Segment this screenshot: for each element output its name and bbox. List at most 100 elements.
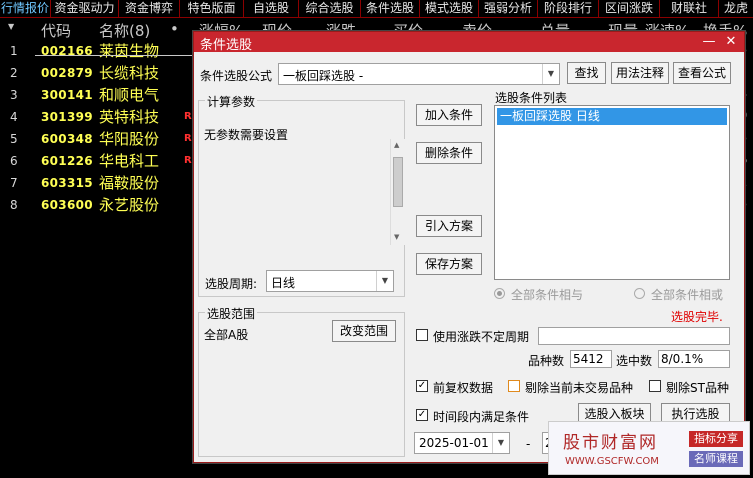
tab-pattern-select[interactable]: 模式选股 — [420, 0, 479, 17]
use-period-label: 使用涨跌不定周期 — [433, 330, 530, 344]
time-range-label: 时间段内满足条件 — [433, 410, 530, 424]
row-index: 8 — [10, 198, 18, 212]
margin-flag: R — [184, 111, 192, 122]
period-label: 选股周期: — [205, 277, 258, 291]
scroll-down-icon[interactable]: ▼ — [394, 233, 399, 241]
tab-composite-select[interactable]: 综合选股 — [299, 0, 361, 17]
date-from-picker[interactable]: 2025-01-01 ▼ — [414, 432, 510, 454]
save-plan-button[interactable]: 保存方案 — [416, 253, 482, 275]
tab-cls[interactable]: 财联社 — [660, 0, 719, 17]
stock-code: 300141 — [41, 88, 93, 102]
formula-label: 条件选股公式 — [200, 69, 273, 83]
scroll-up-icon[interactable]: ▲ — [394, 141, 399, 149]
radio-all-or[interactable] — [634, 288, 645, 299]
stock-code: 301399 — [41, 110, 93, 124]
stock-name: 永艺股份 — [99, 196, 160, 214]
radio-all-or-label: 全部条件相或 — [651, 288, 724, 302]
exclude-untraded-checkbox[interactable] — [508, 380, 520, 392]
period-select[interactable]: 日线 ▼ — [266, 270, 394, 292]
margin-flag: R — [184, 133, 192, 144]
delete-condition-button[interactable]: 删除条件 — [416, 142, 482, 164]
row-index: 6 — [10, 154, 18, 168]
stock-name: 长缆科技 — [99, 64, 160, 82]
chevron-down-icon[interactable]: ▼ — [492, 433, 509, 453]
adjust-checkbox[interactable]: ✓ — [416, 380, 428, 392]
add-condition-button[interactable]: 加入条件 — [416, 104, 482, 126]
tab-range-change[interactable]: 区间涨跌 — [599, 0, 660, 17]
watermark-url: WWW.GSCFW.COM — [565, 456, 659, 467]
top-tab-bar: 行情报价 资金驱动力 资金博弈 特色版面 自选股 综合选股 条件选股 模式选股 … — [0, 0, 753, 18]
watermark-tag-indicators: 指标分享 — [689, 431, 743, 447]
range-value: 全部A股 — [204, 328, 249, 342]
row-index: 7 — [10, 176, 18, 190]
date-separator: - — [526, 437, 531, 451]
condition-select-dialog: 条件选股 — ✕ 条件选股公式 一板回踩选股 - ▼ 查找 用法注释 查看公式 … — [193, 31, 745, 463]
chevron-down-icon[interactable]: ▼ — [376, 271, 393, 291]
row-index: 5 — [10, 132, 18, 146]
stock-name: 华电科工 — [99, 152, 160, 170]
scroll-thumb[interactable] — [393, 157, 403, 207]
use-period-checkbox[interactable] — [416, 329, 428, 341]
formula-select[interactable]: 一板回踩选股 - ▼ — [278, 63, 560, 85]
find-button[interactable]: 查找 — [567, 62, 606, 84]
row-index: 1 — [10, 44, 18, 58]
row-index: 2 — [10, 66, 18, 80]
list-item[interactable]: 一板回踩选股 日线 — [497, 108, 727, 125]
period-input[interactable] — [538, 327, 730, 345]
stock-name: 莱茵生物 — [99, 42, 160, 60]
count-field: 5412 — [570, 350, 612, 368]
date-from-value: 2025-01-01 — [419, 436, 489, 450]
row-index: 3 — [10, 88, 18, 102]
status-text: 选股完毕. — [671, 310, 723, 324]
col-code[interactable]: 代码 — [41, 20, 71, 41]
tab-quotes[interactable]: 行情报价 — [0, 0, 51, 17]
params-group-title: 计算参数 — [205, 93, 258, 110]
site-watermark: 股市财富网 WWW.GSCFW.COM 指标分享 名师课程 — [548, 421, 750, 475]
minimize-icon[interactable]: — — [700, 33, 718, 51]
row-index: 4 — [10, 110, 18, 124]
stock-code: 600348 — [41, 132, 93, 146]
stock-name: 华阳股份 — [99, 130, 160, 148]
import-plan-button[interactable]: 引入方案 — [416, 215, 482, 237]
tab-fund-game[interactable]: 资金博弈 — [119, 0, 180, 17]
conditions-list[interactable]: 一板回踩选股 日线 — [494, 105, 730, 280]
range-group: 选股范围 全部A股 改变范围 — [198, 305, 405, 457]
tab-condition-select[interactable]: 条件选股 — [361, 0, 420, 17]
radio-all-and[interactable] — [494, 288, 505, 299]
chevron-down-icon[interactable]: ▼ — [542, 64, 559, 84]
tab-featured[interactable]: 特色版面 — [180, 0, 244, 17]
params-group: 计算参数 无参数需要设置 ▲ ▼ 选股周期: 日线 ▼ — [198, 93, 406, 297]
tab-strength[interactable]: 强弱分析 — [479, 0, 538, 17]
change-range-button[interactable]: 改变范围 — [332, 320, 396, 342]
row-selection-underline — [35, 55, 195, 56]
exclude-st-checkbox[interactable] — [649, 380, 661, 392]
adjust-label: 前复权数据 — [433, 381, 494, 395]
stock-name: 英特科技 — [99, 108, 160, 126]
exclude-untraded-label: 剔除当前未交易品种 — [525, 381, 634, 395]
formula-value: 一板回踩选股 - — [283, 69, 364, 83]
count-label: 品种数 — [528, 354, 565, 368]
usage-notes-button[interactable]: 用法注释 — [611, 62, 669, 84]
exclude-st-label: 剔除ST品种 — [666, 381, 729, 395]
range-group-title: 选股范围 — [205, 305, 258, 322]
params-text: 无参数需要设置 — [204, 128, 289, 142]
sort-arrow-icon[interactable]: ▼ — [8, 22, 14, 31]
conditions-label: 选股条件列表 — [495, 91, 568, 105]
radio-all-and-label: 全部条件相与 — [511, 288, 584, 302]
stock-name: 和顺电气 — [99, 86, 160, 104]
time-range-checkbox[interactable]: ✓ — [416, 409, 428, 421]
tab-watchlist[interactable]: 自选股 — [244, 0, 299, 17]
stock-code: 002879 — [41, 66, 93, 80]
selected-field: 8/0.1% — [658, 350, 730, 368]
params-scrollbar[interactable]: ▲ ▼ — [390, 139, 406, 245]
tab-dragon-tiger[interactable]: 龙虎 — [719, 0, 753, 17]
tab-fund-drive[interactable]: 资金驱动力 — [51, 0, 119, 17]
col-dot: • — [170, 20, 179, 38]
view-formula-button[interactable]: 查看公式 — [673, 62, 731, 84]
watermark-title: 股市财富网 — [563, 433, 658, 453]
close-icon[interactable]: ✕ — [722, 33, 740, 51]
tab-stage-rank[interactable]: 阶段排行 — [538, 0, 599, 17]
col-name[interactable]: 名称(8) — [99, 20, 150, 41]
dialog-titlebar[interactable]: 条件选股 — ✕ — [194, 32, 744, 53]
stock-code: 601226 — [41, 154, 93, 168]
